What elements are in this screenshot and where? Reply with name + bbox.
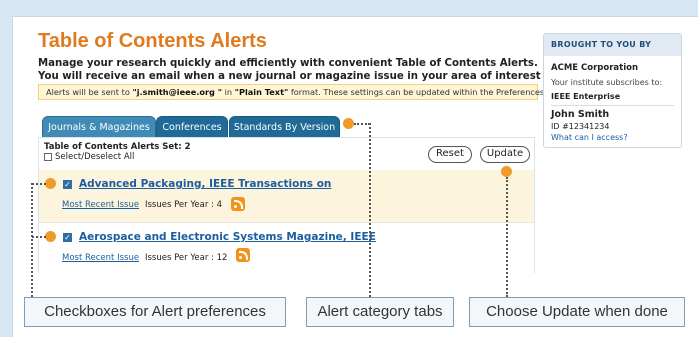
most-recent-issue-link[interactable]: Most Recent Issue [62, 253, 139, 263]
notice-suffix: format. These settings can be updated wi… [288, 87, 579, 97]
institution-name: ACME Corporation [551, 63, 639, 73]
page-title: Table of Contents Alerts [38, 30, 267, 52]
callout-tabs: Alert category tabs [306, 297, 454, 327]
user-name: John Smith [551, 109, 610, 120]
rss-feed-icon[interactable] [231, 197, 245, 211]
issues-per-year: Issues Per Year : 12 [145, 253, 228, 263]
alert-row [39, 222, 534, 274]
subscription-caption: Your institute subscribes to: [551, 78, 663, 87]
tab-standards-by-version[interactable]: Standards By Version [229, 116, 340, 138]
tab-journals-magazines[interactable]: Journals & Magazines [42, 116, 156, 138]
subscription-name: IEEE Enterprise [551, 92, 621, 101]
checkbox-marker-dot [45, 231, 56, 242]
notice-mid: in [222, 87, 235, 97]
issues-per-year: Issues Per Year : 4 [145, 200, 223, 210]
user-id: ID #12341234 [551, 122, 610, 131]
update-marker-dot [501, 166, 512, 177]
tabs-marker-dot [343, 118, 354, 129]
alerts-set-count: Table of Contents Alerts Set: 2 [44, 142, 191, 152]
tab-conferences[interactable]: Conferences [156, 116, 228, 138]
notice-prefix: Alerts will be sent to [46, 87, 133, 97]
checkbox-connector [32, 183, 46, 185]
sponsor-sidebar: BROUGHT TO YOU BY ACME Corporation Your … [543, 33, 682, 148]
checkbox-checked-icon[interactable]: ✓ [63, 233, 72, 242]
checkbox-connector [32, 236, 46, 238]
tabs-connector [369, 123, 371, 297]
select-all-control[interactable]: Select/Deselect All [44, 152, 134, 162]
checkbox-checked-icon[interactable]: ✓ [63, 180, 72, 189]
most-recent-issue-link[interactable]: Most Recent Issue [62, 200, 139, 210]
callout-checkboxes: Checkboxes for Alert preferences [24, 297, 286, 327]
checkbox-marker-dot [45, 178, 56, 189]
reset-button[interactable]: Reset [428, 146, 472, 163]
what-can-i-access-link[interactable]: What can I access? [551, 133, 628, 142]
update-connector [506, 177, 508, 297]
callout-update: Choose Update when done [469, 297, 685, 327]
tabs-connector [354, 123, 370, 125]
update-button[interactable]: Update [480, 146, 530, 163]
alert-title-link[interactable]: Aerospace and Electronic Systems Magazin… [79, 231, 376, 243]
alert-settings-notice: Alerts will be sent to "j.smith@ieee.org… [38, 84, 579, 100]
sidebar-heading: BROUGHT TO YOU BY [544, 34, 681, 56]
alert-title-link[interactable]: Advanced Packaging, IEEE Transactions on [79, 178, 331, 190]
rss-feed-icon[interactable] [236, 248, 250, 262]
sidebar-divider [551, 105, 674, 106]
select-all-checkbox[interactable] [44, 153, 52, 161]
select-all-label: Select/Deselect All [55, 152, 135, 162]
notice-email: "j.smith@ieee.org " [132, 87, 222, 97]
notice-format: "Plain Text" [234, 87, 289, 97]
checkbox-connector [31, 183, 33, 297]
